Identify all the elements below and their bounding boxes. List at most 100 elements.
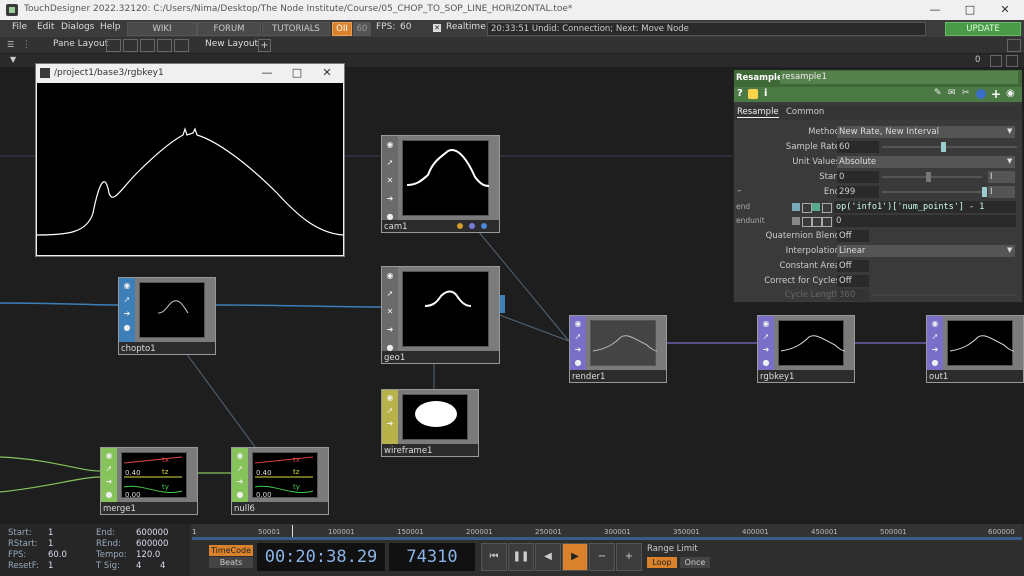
python-help-icon[interactable] (748, 89, 758, 99)
pane-maximize-icon[interactable] (1007, 39, 1021, 52)
sample-rate-field[interactable]: 60 (837, 141, 879, 153)
bypass-icon[interactable]: ✕ (385, 307, 395, 317)
menu-edit[interactable]: Edit (37, 22, 54, 32)
start-value[interactable]: 1 (48, 528, 53, 538)
oii-button[interactable]: OII (332, 22, 352, 36)
viewer-toggle-icon[interactable]: ◉ (573, 319, 583, 329)
null6-node[interactable]: ◉ ➚ ➜ ● tx tz 0.40 0.00 ty null6 (231, 447, 329, 515)
playhead[interactable] (292, 525, 293, 537)
layout-quad-icon[interactable] (157, 39, 172, 52)
sample-rate-slider[interactable] (882, 146, 1017, 148)
tsig-denominator[interactable]: 4 (160, 561, 165, 571)
menu-file[interactable]: File (12, 22, 27, 32)
lock-icon[interactable]: ➜ (385, 194, 395, 204)
end-value[interactable]: 600000 (136, 528, 168, 538)
comment-icon[interactable]: ✉ (948, 88, 956, 98)
layout-triple-icon[interactable] (174, 39, 189, 52)
op-name-field[interactable]: resample1 (780, 71, 1018, 84)
pause-icon[interactable]: ❚❚ (508, 543, 534, 571)
forum-button[interactable]: FORUM (197, 22, 261, 36)
fps-setting[interactable]: 60.0 (48, 550, 67, 560)
end-expression-field[interactable]: op('info1')['num_points'] - 1 (834, 201, 1016, 213)
cycle-length-slider[interactable] (872, 294, 1017, 296)
tab-common[interactable]: Common (786, 107, 824, 117)
cook-icon[interactable]: ➚ (104, 464, 114, 474)
once-button[interactable]: Once (680, 557, 710, 568)
start-unit-dropdown[interactable]: I (988, 171, 1015, 183)
geo1-node[interactable]: ◉ ➚ ✕ ➜ ● geo1 (381, 266, 505, 364)
wiki-button[interactable]: WIKI (127, 22, 197, 36)
out1-node[interactable]: ◉ ➚ ➜ ● out1 (926, 315, 1024, 383)
lock-icon[interactable]: ➜ (385, 419, 395, 429)
rend-value[interactable]: 600000 (136, 539, 168, 549)
display-icon[interactable]: ● (235, 490, 245, 500)
rstart-value[interactable]: 1 (48, 539, 53, 549)
current-frame-display[interactable]: 74310 (389, 543, 475, 571)
step-forward-icon[interactable]: + (616, 543, 642, 571)
cook-icon[interactable]: ➚ (385, 158, 395, 168)
viewer-minimize-icon[interactable]: — (254, 66, 280, 79)
info-icon[interactable]: i (764, 88, 767, 99)
end-field[interactable]: 299 (837, 186, 879, 198)
start-slider[interactable] (882, 176, 982, 178)
cook-icon[interactable]: ➚ (235, 464, 245, 474)
add-icon[interactable]: + (991, 87, 1001, 101)
range-bar[interactable] (192, 537, 1022, 540)
step-back-icon[interactable]: − (589, 543, 615, 571)
cook-icon[interactable]: ➚ (761, 332, 771, 342)
python-icon[interactable] (976, 89, 986, 99)
lock-icon[interactable]: ➜ (573, 345, 583, 355)
rgbkey1-node[interactable]: ◉ ➚ ➜ ● rgbkey1 (757, 315, 855, 383)
end-knob[interactable] (982, 187, 987, 197)
current-time-display[interactable]: 00:20:38.29 (257, 543, 385, 571)
render1-node[interactable]: ◉ ➚ ➜ ● render1 (569, 315, 667, 383)
tab-resample[interactable]: Resample (737, 107, 779, 118)
cook-icon[interactable]: ➚ (385, 289, 395, 299)
mode-constant-icon[interactable] (792, 217, 800, 225)
realtime-checkbox[interactable]: ✕ (433, 24, 441, 32)
display-icon[interactable]: ● (104, 490, 114, 500)
target-icon[interactable]: ◉ (1006, 88, 1015, 99)
viewer-toggle-icon[interactable]: ◉ (104, 451, 114, 461)
endunit-field[interactable]: 0 (834, 215, 1016, 227)
sample-rate-knob[interactable] (941, 142, 946, 152)
mode-export-icon[interactable] (812, 203, 820, 211)
cook-icon[interactable]: ➚ (573, 332, 583, 342)
loop-button[interactable]: Loop (647, 557, 677, 568)
interpolation-dropdown[interactable]: Linear (837, 245, 1015, 257)
help-icon[interactable]: ? (737, 88, 743, 99)
bypass-icon[interactable]: ✕ (385, 176, 395, 186)
viewer-toggle-icon[interactable]: ◉ (761, 319, 771, 329)
correct-cycles-toggle[interactable]: Off (837, 275, 869, 287)
cut-icon[interactable]: ✂ (962, 88, 970, 98)
wireframe1-node[interactable]: ◉ ➚ ➜ wireframe1 (381, 389, 479, 457)
close-icon[interactable]: ✕ (990, 2, 1020, 18)
constant-area-toggle[interactable]: Off (837, 260, 869, 272)
method-dropdown[interactable]: New Rate, New Interval (837, 126, 1015, 138)
edit-icon[interactable]: ✎ (934, 88, 942, 98)
end-unit-dropdown[interactable]: I (988, 186, 1015, 198)
cook-icon[interactable]: ➚ (122, 295, 132, 305)
viewer-toggle-icon[interactable]: ◉ (930, 319, 940, 329)
lock-icon[interactable]: ➜ (761, 345, 771, 355)
path-dropdown-icon[interactable]: ▼ (10, 55, 16, 64)
mode-export-icon[interactable] (812, 217, 822, 227)
viewer-toggle-icon[interactable]: ◉ (235, 451, 245, 461)
start-knob[interactable] (926, 172, 931, 182)
cycle-length-field[interactable]: 360 (837, 289, 869, 301)
minimize-icon[interactable]: — (920, 2, 950, 18)
cook-icon[interactable]: ➚ (385, 406, 395, 416)
mode-constant-icon[interactable] (792, 203, 800, 211)
display-icon[interactable]: ● (930, 358, 940, 368)
merge1-node[interactable]: ◉ ➚ ➜ ● tx tz 0.40 0.00 ty merge1 (100, 447, 198, 515)
cook-icon[interactable]: ➚ (930, 332, 940, 342)
expand-icon[interactable]: – (737, 186, 742, 196)
lock-icon[interactable]: ➜ (930, 345, 940, 355)
play-reverse-icon[interactable]: ◀ (535, 543, 561, 571)
update-button[interactable]: UPDATE (945, 22, 1021, 36)
pane-close-icon[interactable] (1006, 55, 1018, 67)
viewer-toggle-icon[interactable]: ◉ (122, 281, 132, 291)
pane-settings-icon[interactable] (990, 55, 1002, 67)
chopto1-node[interactable]: ◉ ➚ ➜ ● chopto1 (118, 277, 216, 355)
display-icon[interactable]: ● (761, 358, 771, 368)
